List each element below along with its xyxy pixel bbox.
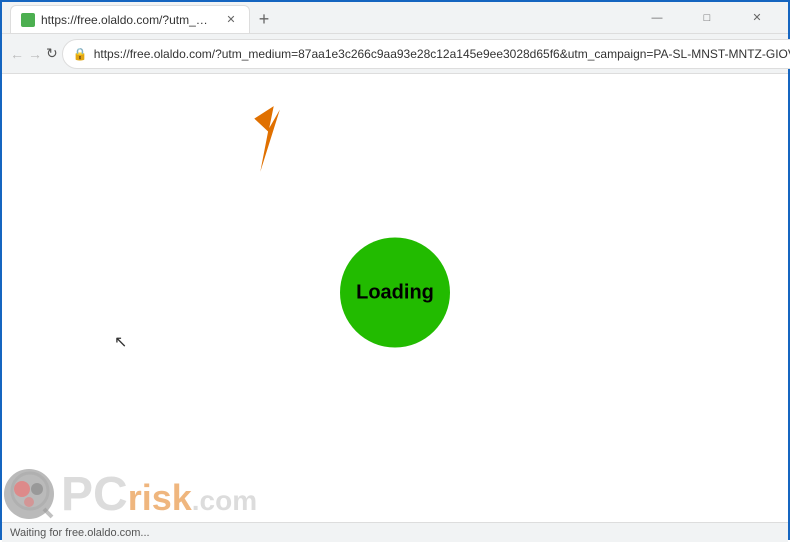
reload-button[interactable]: ↻: [46, 38, 58, 70]
new-tab-button[interactable]: +: [250, 5, 278, 33]
status-bar: Waiting for free.olaldo.com...: [2, 522, 788, 542]
watermark-pc: PC: [61, 471, 128, 519]
forward-button[interactable]: →: [28, 38, 42, 70]
window-controls: — □ ✕: [634, 2, 780, 34]
url-text: https://free.olaldo.com/?utm_medium=87aa…: [94, 47, 790, 61]
maximize-button[interactable]: □: [684, 2, 730, 34]
lock-icon: 🔒: [73, 47, 88, 61]
arrow-annotation: [232, 104, 302, 174]
back-button[interactable]: ←: [10, 38, 24, 70]
watermark-com: .com: [192, 487, 257, 515]
close-button[interactable]: ✕: [734, 2, 780, 34]
title-bar: https://free.olaldo.com/?utm_me... ✕ + —…: [2, 2, 788, 34]
loading-text: Loading: [356, 281, 434, 304]
status-text: Waiting for free.olaldo.com...: [10, 527, 150, 539]
tab-close-button[interactable]: ✕: [223, 12, 239, 28]
navigation-bar: ← → ↻ 🔒 https://free.olaldo.com/?utm_med…: [2, 34, 788, 74]
tab-area: https://free.olaldo.com/?utm_me... ✕ +: [10, 2, 630, 33]
watermark-logo: PC risk .com: [2, 467, 257, 522]
tab-title: https://free.olaldo.com/?utm_me...: [41, 13, 217, 27]
minimize-button[interactable]: —: [634, 2, 680, 34]
page-content: Loading ↖ PC risk .com: [2, 74, 788, 522]
loading-indicator: Loading: [340, 238, 450, 348]
address-bar[interactable]: 🔒 https://free.olaldo.com/?utm_medium=87…: [62, 39, 790, 69]
tab-favicon: [21, 13, 35, 27]
active-tab[interactable]: https://free.olaldo.com/?utm_me... ✕: [10, 5, 250, 33]
mouse-cursor: ↖: [114, 332, 127, 352]
watermark-risk: risk: [128, 480, 192, 516]
